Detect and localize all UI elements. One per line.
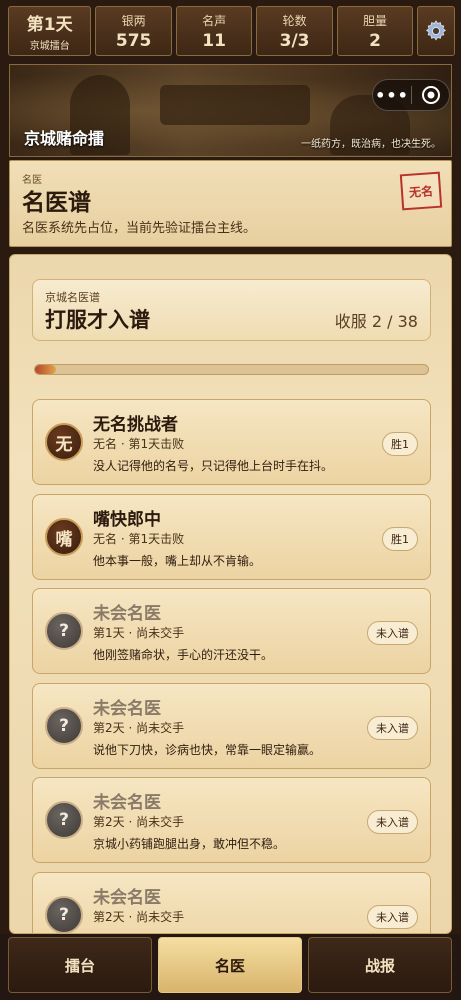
fame-value: 11 [202,30,226,51]
hero-banner: 京城赌命擂 一纸药方，既治病，也决生死。 ••• [9,64,452,157]
unknown-avatar: ? [45,896,83,933]
courage-value: 2 [369,30,381,51]
day-stat: 第1天 京城擂台 [8,6,92,56]
fame-label: 名声 [202,13,227,28]
doctor-entry-locked[interactable]: ? 未会名医 第2天 · 尚未交手 说他下刀快，诊病也快，常靠一眼定输赢。 未入… [32,683,431,769]
banner-subtitle: 一纸药方，既治病，也决生死。 [301,139,441,150]
round-stat: 轮数 3/3 [256,6,333,56]
silver-value: 575 [115,30,152,51]
bottom-tab-bar: 擂台 名医 战报 [0,934,461,1000]
progress-fill [35,365,56,374]
doctor-quote: 没人记得他的名号，只记得他上台时手在抖。 [93,459,334,473]
doctor-entry-locked[interactable]: ? 未会名医 第2天 · 尚未交手 未入谱 [32,872,431,933]
doctor-entry[interactable]: 无 无名挑战者 无名 · 第1天击败 没人记得他的名号，只记得他上台时手在抖。 … [32,399,431,485]
banner-title: 京城赌命擂 [24,129,105,148]
doctor-meta: 第2天 · 尚未交手 [93,721,185,735]
settings-button[interactable] [417,6,456,56]
summary-title: 打服才入谱 [45,308,150,332]
win-badge: 胜1 [382,432,418,456]
miniprogram-capsule: ••• [372,79,450,111]
doctor-name: 无名挑战者 [93,415,178,435]
doctor-meta: 第2天 · 尚未交手 [93,815,185,829]
round-value: 3/3 [279,30,310,51]
gear-icon [426,20,447,41]
courage-label: 胆量 [363,13,388,28]
day-location: 京城擂台 [29,41,70,52]
doctor-entry-locked[interactable]: ? 未会名医 第1天 · 尚未交手 他刚签赌命状，手心的汗还没干。 未入谱 [32,588,431,674]
not-registered-badge: 未入谱 [367,621,418,645]
tab-reports[interactable]: 战报 [308,937,452,993]
courage-stat: 胆量 2 [336,6,414,56]
unknown-avatar: ? [45,801,83,839]
doctor-name: 未会名医 [93,793,161,813]
summary-kicker: 京城名医谱 [45,291,100,304]
doctor-quote: 说他下刀快，诊病也快，常靠一眼定输赢。 [93,743,322,757]
collection-progress-bar [34,364,429,375]
doctor-meta: 无名 · 第1天击败 [93,437,185,451]
round-label: 轮数 [282,13,307,28]
doctor-entry[interactable]: 嘴 嘴快郎中 无名 · 第1天击败 他本事一般，嘴上却从不肯输。 胜1 [32,494,431,580]
not-registered-badge: 未入谱 [367,810,418,834]
doctor-avatar: 嘴 [45,518,83,556]
page-title: 名医谱 [22,190,91,216]
doctor-name: 未会名医 [93,604,161,624]
not-registered-badge: 未入谱 [367,905,418,929]
doctor-name: 未会名医 [93,699,161,719]
banner-bed [160,85,310,125]
doctor-quote: 他刚签赌命状，手心的汗还没干。 [93,648,274,662]
tab-doctors[interactable]: 名医 [158,937,302,993]
more-menu-button[interactable]: ••• [373,86,411,105]
tab-arena[interactable]: 擂台 [8,937,152,993]
target-close-icon [421,86,440,104]
doctor-meta: 第2天 · 尚未交手 [93,910,185,924]
silver-label: 银两 [121,13,146,28]
not-registered-badge: 未入谱 [367,716,418,740]
doctor-name: 未会名医 [93,888,161,908]
doctor-avatar: 无 [45,423,83,461]
doctor-entry-locked[interactable]: ? 未会名医 第2天 · 尚未交手 京城小药铺跑腿出身，敢冲但不稳。 未入谱 [32,777,431,863]
doctor-meta: 无名 · 第1天击败 [93,532,185,546]
doctor-quote: 京城小药铺跑腿出身，敢冲但不稳。 [93,837,286,851]
silver-stat: 银两 575 [95,6,172,56]
status-bar: 第1天 京城擂台 银两 575 名声 11 轮数 3/3 胆量 2 [0,0,461,62]
rank-stamp: 无名 [399,171,443,211]
unknown-avatar: ? [45,612,83,650]
close-miniprogram-button[interactable] [412,85,449,105]
doctor-registry-panel[interactable]: 京城名医谱 打服才入谱 收服 2 / 38 无 无名挑战者 无名 · 第1天击败… [9,254,452,934]
page-header-card: 名医 名医谱 名医系统先占位，当前先验证擂台主线。 无名 [9,160,452,247]
doctor-name: 嘴快郎中 [93,510,161,530]
page-description: 名医系统先占位，当前先验证擂台主线。 [22,221,257,236]
registry-summary: 京城名医谱 打服才入谱 收服 2 / 38 [32,279,431,341]
fame-stat: 名声 11 [175,6,253,56]
unknown-avatar: ? [45,707,83,745]
day-value: 第1天 [26,15,73,35]
collected-count: 收服 2 / 38 [334,312,418,331]
win-badge: 胜1 [382,527,418,551]
doctor-meta: 第1天 · 尚未交手 [93,626,185,640]
doctor-quote: 他本事一般，嘴上却从不肯输。 [93,554,262,568]
